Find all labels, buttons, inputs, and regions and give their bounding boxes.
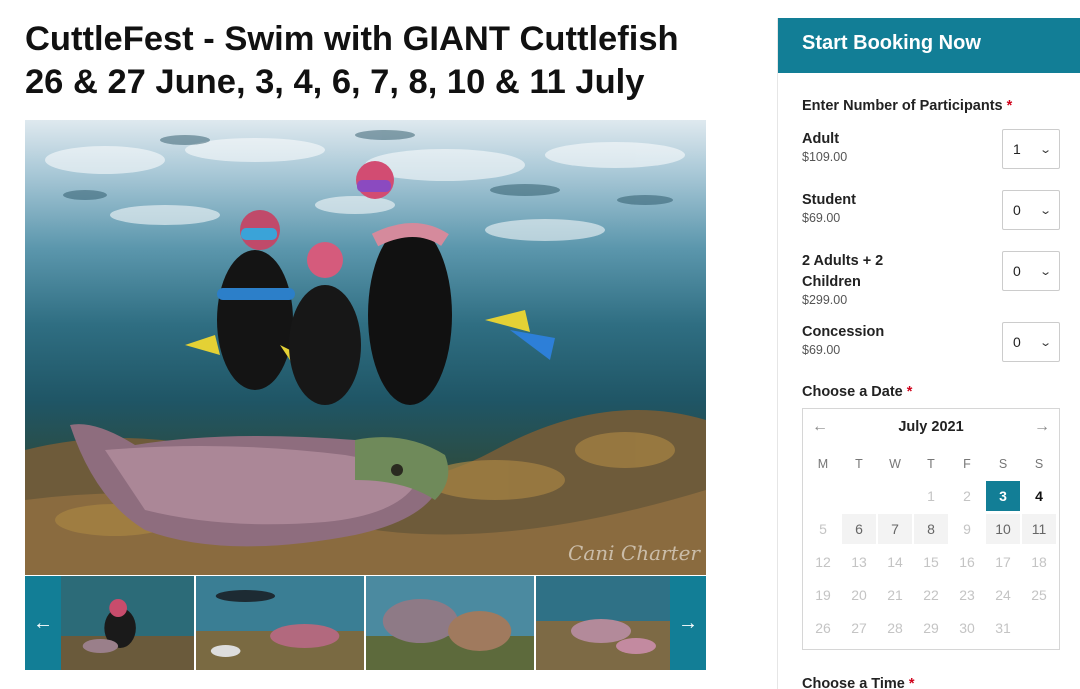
calendar-day: 17 <box>995 554 1011 570</box>
weekday-label: M <box>817 457 829 471</box>
booking-heading: Start Booking Now <box>778 18 1080 73</box>
calendar-day <box>1022 613 1056 643</box>
chevron-down-icon: ⌄ <box>1038 265 1052 278</box>
participants-label: Enter Number of Participants * <box>802 98 1013 114</box>
calendar-day <box>878 481 912 511</box>
required-asterisk: * <box>1006 98 1013 114</box>
calendar-week: 5 6 7 8 9 10 11 <box>805 514 1059 547</box>
thumbnail-3[interactable] <box>366 576 536 670</box>
date-label: Choose a Date * <box>802 384 913 400</box>
time-label: Choose a Time * <box>802 676 915 689</box>
weekday-label: T <box>927 457 935 471</box>
calendar-day: 14 <box>887 554 903 570</box>
weekday-label: W <box>889 457 901 471</box>
title-line-2: 26 & 27 June, 3, 4, 6, 7, 8, 10 & 11 Jul… <box>25 63 645 101</box>
participant-concession: Concession $69.00 0 ⌄ <box>802 322 1060 364</box>
weekday-label: T <box>855 457 863 471</box>
calendar-day: 18 <box>1031 554 1047 570</box>
calendar-week: 12 13 14 15 16 17 18 <box>805 547 1059 580</box>
weekday-label: S <box>1034 457 1044 471</box>
weekday-label: F <box>963 457 971 471</box>
calendar-day[interactable]: 4 <box>1022 481 1056 511</box>
calendar-day: 5 <box>819 521 827 537</box>
quantity-value: 1 <box>1013 141 1021 157</box>
calendar-day: 23 <box>959 587 975 603</box>
calendar-day[interactable]: 10 <box>986 514 1020 544</box>
chevron-down-icon: ⌄ <box>1038 204 1052 217</box>
calendar-header: ← July 2021 → <box>803 409 1059 445</box>
arrow-right-icon: → <box>678 611 698 634</box>
thumbnail-2[interactable] <box>196 576 366 670</box>
calendar-week: 19 20 21 22 23 24 25 <box>805 580 1059 613</box>
calendar-day: 16 <box>959 554 975 570</box>
participant-family: 2 Adults + 2 Children $299.00 0 ⌄ <box>802 251 1060 309</box>
calendar-day: 13 <box>851 554 867 570</box>
thumbnail-4[interactable] <box>536 576 670 670</box>
adult-quantity-select[interactable]: 1 ⌄ <box>1002 129 1060 169</box>
arrow-left-icon: ← <box>33 611 53 634</box>
student-quantity-select[interactable]: 0 ⌄ <box>1002 190 1060 230</box>
quantity-value: 0 <box>1013 263 1021 279</box>
calendar-day[interactable]: 7 <box>878 514 912 544</box>
calendar-day: 1 <box>927 488 935 504</box>
calendar-week: 26 27 28 29 30 31 <box>805 613 1059 646</box>
calendar-month: July 2021 <box>898 419 964 435</box>
calendar-day: 20 <box>851 587 867 603</box>
calendar-day: 26 <box>815 620 831 636</box>
calendar-day: 24 <box>995 587 1011 603</box>
calendar-day: 9 <box>963 521 971 537</box>
calendar-day: 28 <box>887 620 903 636</box>
calendar-day: 22 <box>923 587 939 603</box>
title-line-1: CuttleFest - Swim with GIANT Cuttlefish <box>25 20 679 58</box>
calendar-day: 30 <box>959 620 975 636</box>
thumbnail-1[interactable] <box>61 576 196 670</box>
concession-quantity-select[interactable]: 0 ⌄ <box>1002 322 1060 362</box>
quantity-value: 0 <box>1013 334 1021 350</box>
hero-photo: Cani Charter <box>25 120 706 575</box>
calendar-day: 27 <box>851 620 867 636</box>
participant-adult: Adult $109.00 1 ⌄ <box>802 129 1060 171</box>
participant-name: 2 Adults + 2 Children <box>802 253 884 290</box>
date-picker: ← July 2021 → M T W T F S S 1 2 3 4 5 6 7 8 9 10 11 12 13 14… <box>802 408 1060 650</box>
chevron-down-icon: ⌄ <box>1038 336 1052 349</box>
calendar-day: 19 <box>815 587 831 603</box>
participant-price: $299.00 <box>802 293 848 307</box>
calendar-day[interactable]: 8 <box>914 514 948 544</box>
weekday-row: MTWTFSS <box>805 455 1059 481</box>
photo-watermark: Cani Charter <box>568 541 700 565</box>
calendar-week: 1 234 <box>805 481 1059 514</box>
calendar-day[interactable]: 11 <box>1022 514 1056 544</box>
required-asterisk: * <box>906 384 913 400</box>
calendar-day: 21 <box>887 587 903 603</box>
required-asterisk: * <box>908 676 915 689</box>
next-month-button[interactable]: → <box>1034 418 1050 436</box>
calendar-day[interactable]: 6 <box>842 514 876 544</box>
chevron-down-icon: ⌄ <box>1038 143 1052 156</box>
weekday-label: S <box>998 457 1008 471</box>
calendar-day <box>842 481 876 511</box>
calendar-day: 2 <box>963 488 971 504</box>
calendar-day: 15 <box>923 554 939 570</box>
booking-panel: Start Booking Now Enter Number of Partic… <box>777 18 1080 689</box>
calendar-day-selected[interactable]: 3 <box>986 481 1020 511</box>
page-title: CuttleFest - Swim with GIANT Cuttlefish … <box>25 18 715 104</box>
calendar-day: 25 <box>1031 587 1047 603</box>
thumbnail-strip: ← → <box>25 576 706 670</box>
calendar-grid: M T W T F S S 1 2 3 4 5 6 7 8 9 10 11 12 13 14 15 16 17 18 19 20 21… <box>805 455 1059 646</box>
calendar-day: 12 <box>815 554 831 570</box>
gallery-next-button[interactable]: → <box>670 576 706 670</box>
family-quantity-select[interactable]: 0 ⌄ <box>1002 251 1060 291</box>
participant-student: Student $69.00 0 ⌄ <box>802 190 1060 232</box>
calendar-day: 29 <box>923 620 939 636</box>
underwater-scene-illustration <box>25 130 706 575</box>
calendar-day: 31 <box>995 620 1011 636</box>
gallery-prev-button[interactable]: ← <box>25 576 61 670</box>
quantity-value: 0 <box>1013 202 1021 218</box>
calendar-day <box>806 481 840 511</box>
